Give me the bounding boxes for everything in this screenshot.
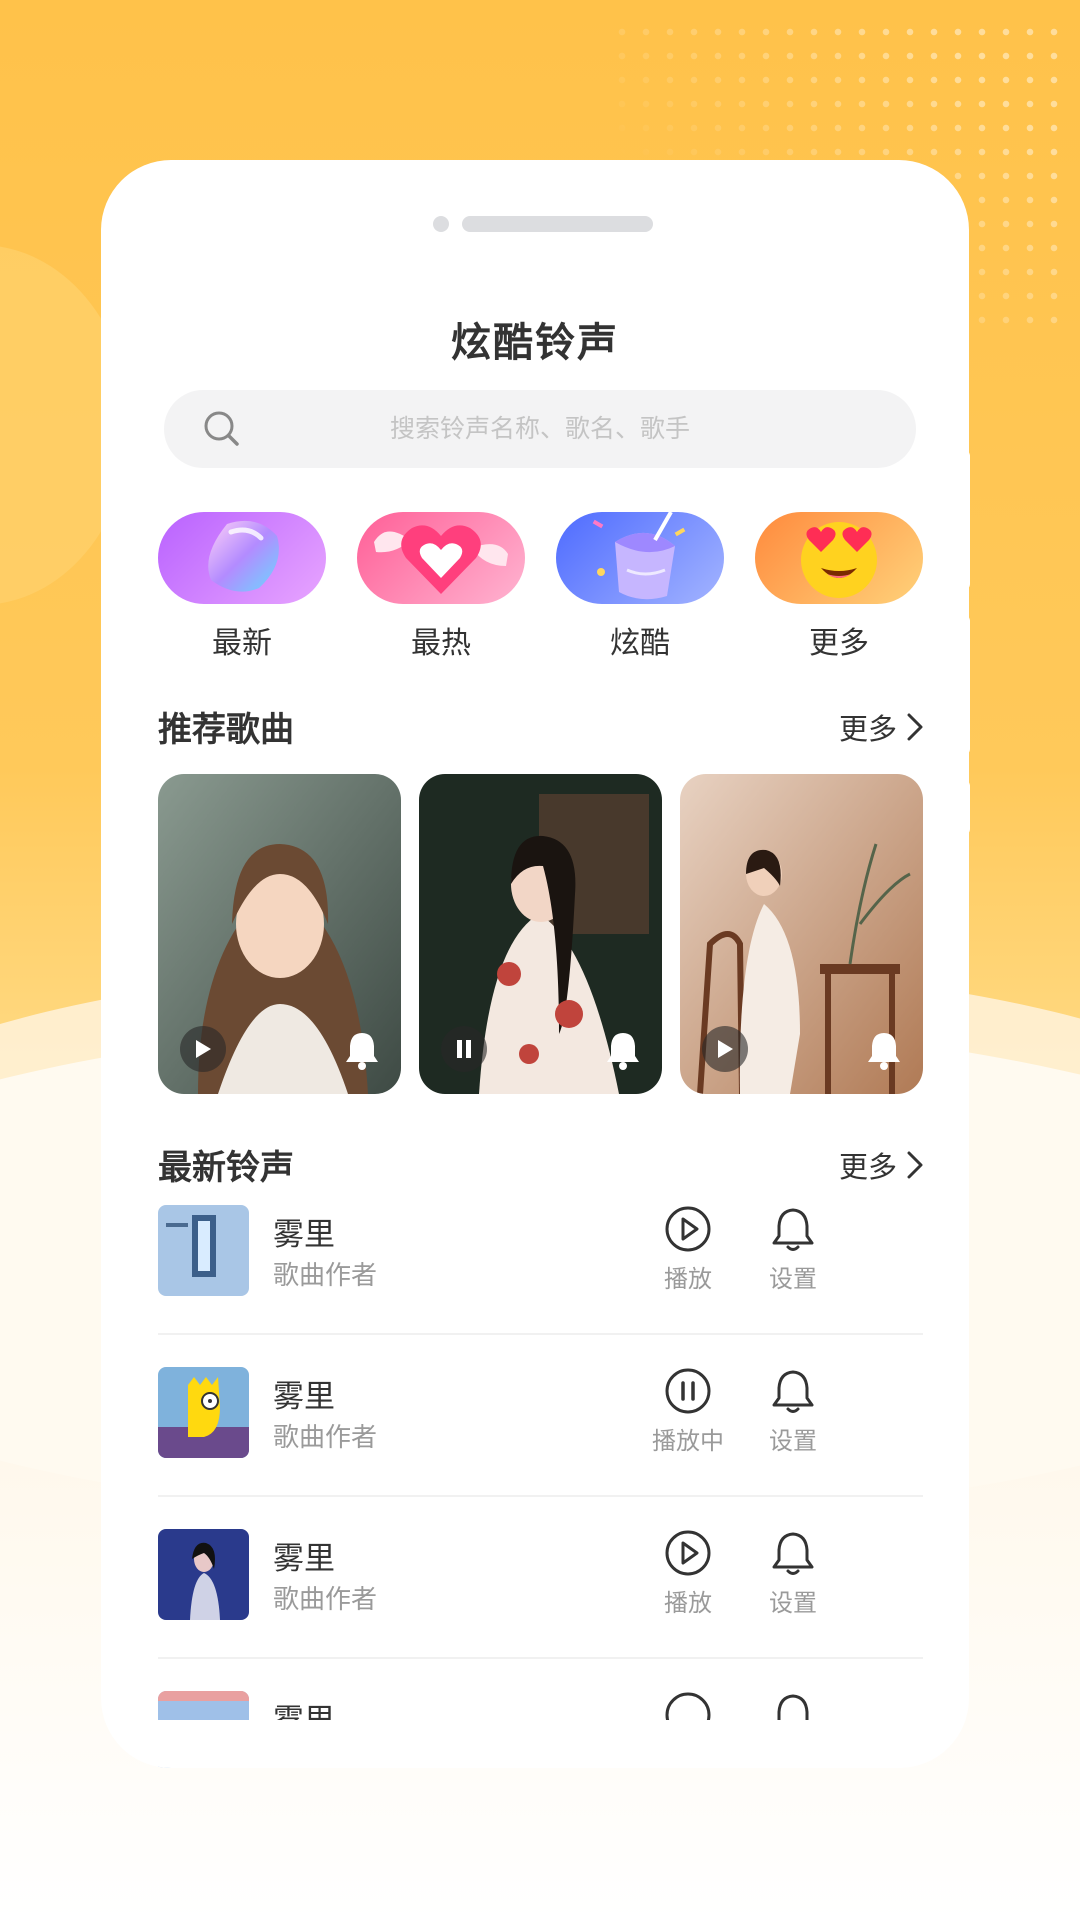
section-title: 推荐歌曲 xyxy=(158,710,294,750)
ringtone-name: 雾里 xyxy=(273,1379,335,1415)
chevron-right-icon xyxy=(907,1151,923,1179)
more-label: 更多 xyxy=(838,712,897,746)
recommended-header: 推荐歌曲 更多 xyxy=(158,702,923,752)
bell-icon[interactable] xyxy=(865,1030,903,1070)
party-cup-icon xyxy=(575,512,705,604)
category-label: 最新 xyxy=(212,626,272,661)
ringtone-artist: 歌曲作者 xyxy=(273,1423,378,1453)
bell-icon xyxy=(772,1370,814,1413)
set-label: 设置 xyxy=(769,1589,817,1617)
bell-icon[interactable] xyxy=(604,1030,642,1070)
category-label: 炫酷 xyxy=(610,626,670,661)
ringtone-name: 雾里 xyxy=(273,1541,335,1577)
more-label: 更多 xyxy=(838,1150,897,1184)
list-item[interactable]: 雾里 歌曲作者 播放 设置 xyxy=(158,1205,923,1367)
bell-icon xyxy=(772,1532,814,1575)
recommended-song-card[interactable] xyxy=(419,774,662,1094)
list-item[interactable]: 雾里 歌曲作者 播放中 设置 xyxy=(158,1367,923,1529)
set-ringtone-button[interactable]: 设置 xyxy=(738,1205,848,1294)
speaker-grille xyxy=(462,216,653,232)
section-title: 最新铃声 xyxy=(158,1148,294,1188)
set-ringtone-button[interactable]: 设置 xyxy=(738,1529,848,1618)
ringtone-cover-image xyxy=(158,1205,249,1296)
pause-button[interactable]: 播放中 xyxy=(633,1367,743,1456)
pause-icon xyxy=(457,1040,471,1058)
pause-button[interactable] xyxy=(441,1026,487,1072)
phone-speaker xyxy=(433,216,653,232)
play-icon xyxy=(196,1040,211,1058)
play-icon xyxy=(718,1040,733,1058)
latest-more-link[interactable]: 更多 xyxy=(839,1144,923,1186)
category-pill xyxy=(357,512,525,604)
latest-header: 最新铃声 更多 xyxy=(158,1140,923,1190)
play-circle-icon xyxy=(665,1206,711,1252)
recommended-song-list xyxy=(158,774,923,1094)
winged-heart-icon xyxy=(366,514,516,602)
play-circle-icon xyxy=(665,1530,711,1576)
page-title: 炫酷铃声 xyxy=(451,320,619,366)
search-bar[interactable]: 搜索铃声名称、歌名、歌手 xyxy=(164,390,916,468)
front-camera xyxy=(433,216,449,232)
category-row: 最新 最热 炫酷 更多 xyxy=(158,512,923,661)
category-pill xyxy=(556,512,724,604)
search-input[interactable]: 搜索铃声名称、歌名、歌手 xyxy=(324,390,756,468)
play-label: 播放中 xyxy=(652,1427,724,1455)
category-label: 更多 xyxy=(809,626,869,661)
play-button[interactable] xyxy=(702,1026,748,1072)
bell-icon[interactable] xyxy=(343,1030,381,1070)
category-cool[interactable]: 炫酷 xyxy=(556,512,724,662)
heart-eyes-emoji-icon xyxy=(791,512,887,604)
play-label: 播放 xyxy=(664,1265,712,1293)
pause-circle-icon xyxy=(665,1368,711,1414)
category-label: 最热 xyxy=(411,626,471,661)
bell-icon xyxy=(772,1208,814,1251)
set-ringtone-button[interactable]: 设置 xyxy=(738,1367,848,1456)
play-button[interactable]: 播放 xyxy=(633,1529,743,1618)
play-button[interactable] xyxy=(180,1026,226,1072)
chevron-right-icon xyxy=(907,713,923,741)
recommended-more-link[interactable]: 更多 xyxy=(839,706,923,748)
ringtone-cover-image xyxy=(158,1367,249,1458)
gem-icon xyxy=(197,516,287,600)
set-label: 设置 xyxy=(769,1427,817,1455)
category-newest[interactable]: 最新 xyxy=(158,512,326,662)
list-clip xyxy=(101,1720,969,1768)
phone-screen: 炫酷铃声 搜索铃声名称、歌名、歌手 最新 最热 炫酷 更多 推荐歌曲 更多 最新… xyxy=(101,160,969,1768)
list-item[interactable]: 雾里 歌曲作者 播放 设置 xyxy=(158,1529,923,1691)
ringtone-artist: 歌曲作者 xyxy=(273,1261,378,1291)
search-icon xyxy=(202,409,242,449)
recommended-song-card[interactable] xyxy=(680,774,923,1094)
recommended-song-card[interactable] xyxy=(158,774,401,1094)
ringtone-artist: 歌曲作者 xyxy=(273,1585,378,1615)
category-hottest[interactable]: 最热 xyxy=(357,512,525,662)
category-more[interactable]: 更多 xyxy=(755,512,923,662)
divider xyxy=(158,1657,923,1659)
play-label: 播放 xyxy=(664,1589,712,1617)
play-button[interactable]: 播放 xyxy=(633,1205,743,1294)
category-pill xyxy=(755,512,923,604)
divider xyxy=(158,1333,923,1335)
set-label: 设置 xyxy=(769,1265,817,1293)
ringtone-cover-image xyxy=(158,1529,249,1620)
category-pill xyxy=(158,512,326,604)
divider xyxy=(158,1495,923,1497)
ringtone-name: 雾里 xyxy=(273,1217,335,1253)
